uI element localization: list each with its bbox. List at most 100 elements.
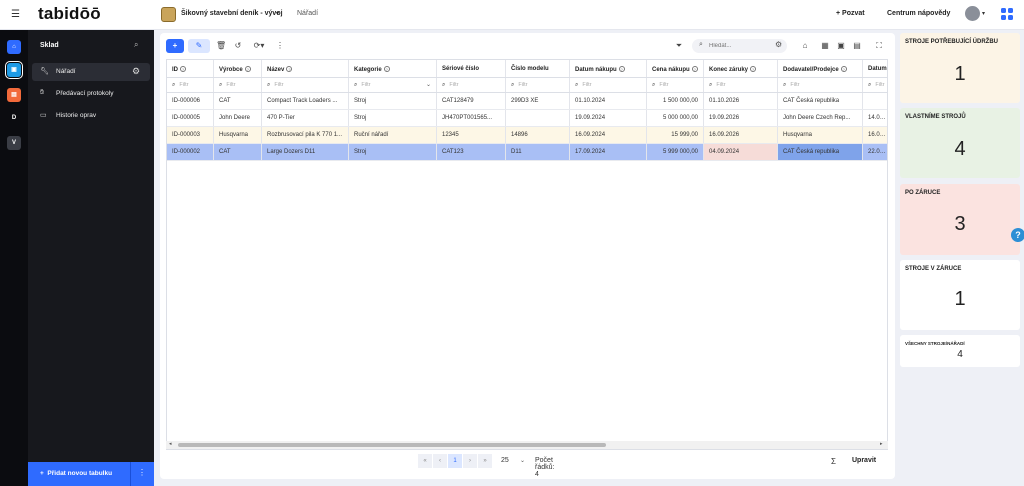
chevron-down-icon[interactable]: ▾ (982, 10, 985, 17)
gear-icon[interactable]: ⚙ (132, 66, 140, 77)
column-filter[interactable]: ⌕ Filtr (437, 78, 506, 92)
column-header[interactable]: Konec záruky? (704, 60, 778, 77)
column-filter[interactable]: ⌕ Filtr (863, 78, 887, 92)
more-vertical-icon[interactable]: ⋮ (276, 39, 284, 53)
table-cell[interactable]: ID-000002 (167, 144, 214, 160)
sidebar-item-historie-oprav[interactable]: ▭ Historie oprav (32, 107, 150, 125)
table-cell[interactable]: CAT128479 (437, 93, 506, 109)
breadcrumb[interactable]: Nářadí (297, 10, 318, 17)
scroll-left-icon[interactable]: ◂ (169, 441, 172, 447)
sidebar-item-naradi[interactable]: 🔧︎ Nářadí ⚙ (32, 63, 150, 81)
table-row[interactable]: ID-000003 Husqvarna Rozbrusovací pila K 77… (167, 127, 887, 144)
help-icon[interactable]: ? (383, 66, 390, 72)
table-cell[interactable]: CAT (214, 144, 262, 160)
column-header[interactable]: Název? (262, 60, 349, 77)
more-vertical-icon[interactable]: ⋮ (138, 468, 146, 477)
tag-icon[interactable]: ⌂ (799, 39, 811, 53)
table-cell[interactable]: John Deere Czech Rep... (778, 110, 863, 126)
column-filter[interactable]: ⌕ Filtr (647, 78, 704, 92)
apps-grid-icon[interactable] (1001, 8, 1013, 20)
page-number[interactable]: 1 (448, 454, 462, 468)
sidebar-item-predavaci-protokoly[interactable]: ✋︎ Předávací protokoly (32, 85, 150, 103)
rail-item-d[interactable]: D (7, 111, 21, 125)
column-filter[interactable]: ⌕ Filtr (704, 78, 778, 92)
prev-page-icon[interactable]: ‹ (433, 454, 447, 468)
column-filter[interactable]: ⌕ Filtr (214, 78, 262, 92)
help-icon[interactable]: ? (840, 66, 847, 72)
column-header[interactable]: Výrobce? (214, 60, 262, 77)
search-icon[interactable]: ⌕ (134, 40, 138, 50)
column-filter[interactable]: ⌕ Filtr (167, 78, 214, 92)
kpi-card[interactable]: STROJE V ZÁRUCE 1 (900, 260, 1020, 330)
table-cell[interactable]: 14.08.2 (863, 110, 887, 126)
chevron-down-icon[interactable]: ⌄ (520, 457, 525, 464)
history-icon[interactable]: ↺ (233, 39, 243, 53)
column-header[interactable]: Sériové číslo (437, 60, 506, 77)
calendar-view-icon[interactable]: ▤ (852, 39, 862, 53)
add-table-button[interactable]: + Přidat novou tabulku (40, 470, 112, 477)
table-cell[interactable]: ID-000003 (167, 127, 214, 143)
help-center-button[interactable]: Centrum nápovědy (887, 10, 950, 17)
add-record-button[interactable]: + (166, 39, 184, 53)
kpi-card[interactable]: VŠECHNY STROJE/NÁŘADÍ 4 (900, 335, 1020, 367)
table-cell[interactable]: 16.09.2026 (704, 127, 778, 143)
column-header[interactable]: Číslo modelu (506, 60, 570, 77)
column-header[interactable]: Cena nákupu? (647, 60, 704, 77)
table-cell[interactable]: CAT123 (437, 144, 506, 160)
document-icon[interactable]: ▤ (7, 88, 21, 102)
home-icon[interactable]: ⌂ (7, 40, 21, 54)
table-row[interactable]: ID-000005 John Deere 470 P-Tier Stroj JH470P… (167, 110, 887, 127)
filter-icon[interactable]: ⏷ (673, 39, 685, 53)
page-size-select[interactable]: 25 (501, 457, 509, 464)
kpi-card[interactable]: PO ZÁRUCE 3 (900, 184, 1020, 255)
table-cell[interactable]: ID-000006 (167, 93, 214, 109)
workspace-icon[interactable]: ▣ (5, 61, 23, 79)
table-cell[interactable]: 5 000 000,00 (647, 110, 704, 126)
help-button[interactable]: ? (1011, 228, 1024, 242)
scrollbar-thumb[interactable] (178, 443, 606, 447)
table-cell[interactable]: CAT Česká republika (778, 93, 863, 109)
fullscreen-icon[interactable]: ⛶ (874, 39, 884, 53)
table-cell[interactable]: Stroj (349, 93, 437, 109)
scroll-right-icon[interactable]: ▸ (880, 441, 883, 447)
column-filter[interactable]: ⌕ Filtr ⌄ (349, 78, 437, 92)
table-cell[interactable]: 15 999,00 (647, 127, 704, 143)
menu-icon[interactable]: ☰ (11, 9, 20, 20)
table-cell[interactable]: Large Dozers D11 (262, 144, 349, 160)
help-icon[interactable]: ? (691, 66, 698, 72)
avatar[interactable] (965, 6, 980, 21)
table-cell[interactable]: JH470PT001565... (437, 110, 506, 126)
kpi-card[interactable]: VLASTNÍME STROJŮ 4 (900, 108, 1020, 178)
chevron-down-icon[interactable]: ⌄ (426, 81, 431, 88)
table-cell[interactable]: CAT (214, 93, 262, 109)
table-cell[interactable]: 19.09.2024 (570, 110, 647, 126)
help-icon[interactable]: ? (618, 66, 625, 72)
column-header[interactable]: Datum (863, 60, 887, 77)
chevron-down-icon[interactable]: ▾ (276, 10, 279, 17)
table-cell[interactable] (863, 93, 887, 109)
table-cell[interactable] (506, 110, 570, 126)
refresh-icon[interactable]: ⟳▾ (251, 39, 267, 53)
invite-button[interactable]: + Pozvat (836, 10, 865, 17)
trash-icon[interactable]: 🗑︎ (216, 39, 226, 53)
column-filter[interactable]: ⌕ Filtr (262, 78, 349, 92)
table-cell[interactable]: ID-000005 (167, 110, 214, 126)
table-cell[interactable]: 01.10.2026 (704, 93, 778, 109)
kpi-card[interactable]: STROJE POTŘEBUJÍCÍ ÚDRŽBU 1 (900, 33, 1020, 103)
last-page-icon[interactable]: » (478, 454, 492, 468)
table-cell[interactable]: Rozbrusovací pila K 770 1... (262, 127, 349, 143)
project-switcher[interactable]: Šikovný stavební deník - vývoj (181, 10, 283, 17)
first-page-icon[interactable]: « (418, 454, 432, 468)
help-icon[interactable]: ? (180, 66, 186, 72)
column-header[interactable]: Kategorie? (349, 60, 437, 77)
table-cell[interactable]: 01.10.2024 (570, 93, 647, 109)
table-cell[interactable]: John Deere (214, 110, 262, 126)
column-filter[interactable]: ⌕ Filtr (570, 78, 647, 92)
search-input[interactable] (709, 41, 769, 51)
table-cell[interactable]: 12345 (437, 127, 506, 143)
help-icon[interactable]: ? (750, 66, 757, 72)
table-cell[interactable]: Stroj (349, 110, 437, 126)
column-filter[interactable]: ⌕ Filtr (506, 78, 570, 92)
project-avatar[interactable] (161, 7, 176, 22)
grid-view-icon[interactable]: ▦ (820, 39, 830, 53)
